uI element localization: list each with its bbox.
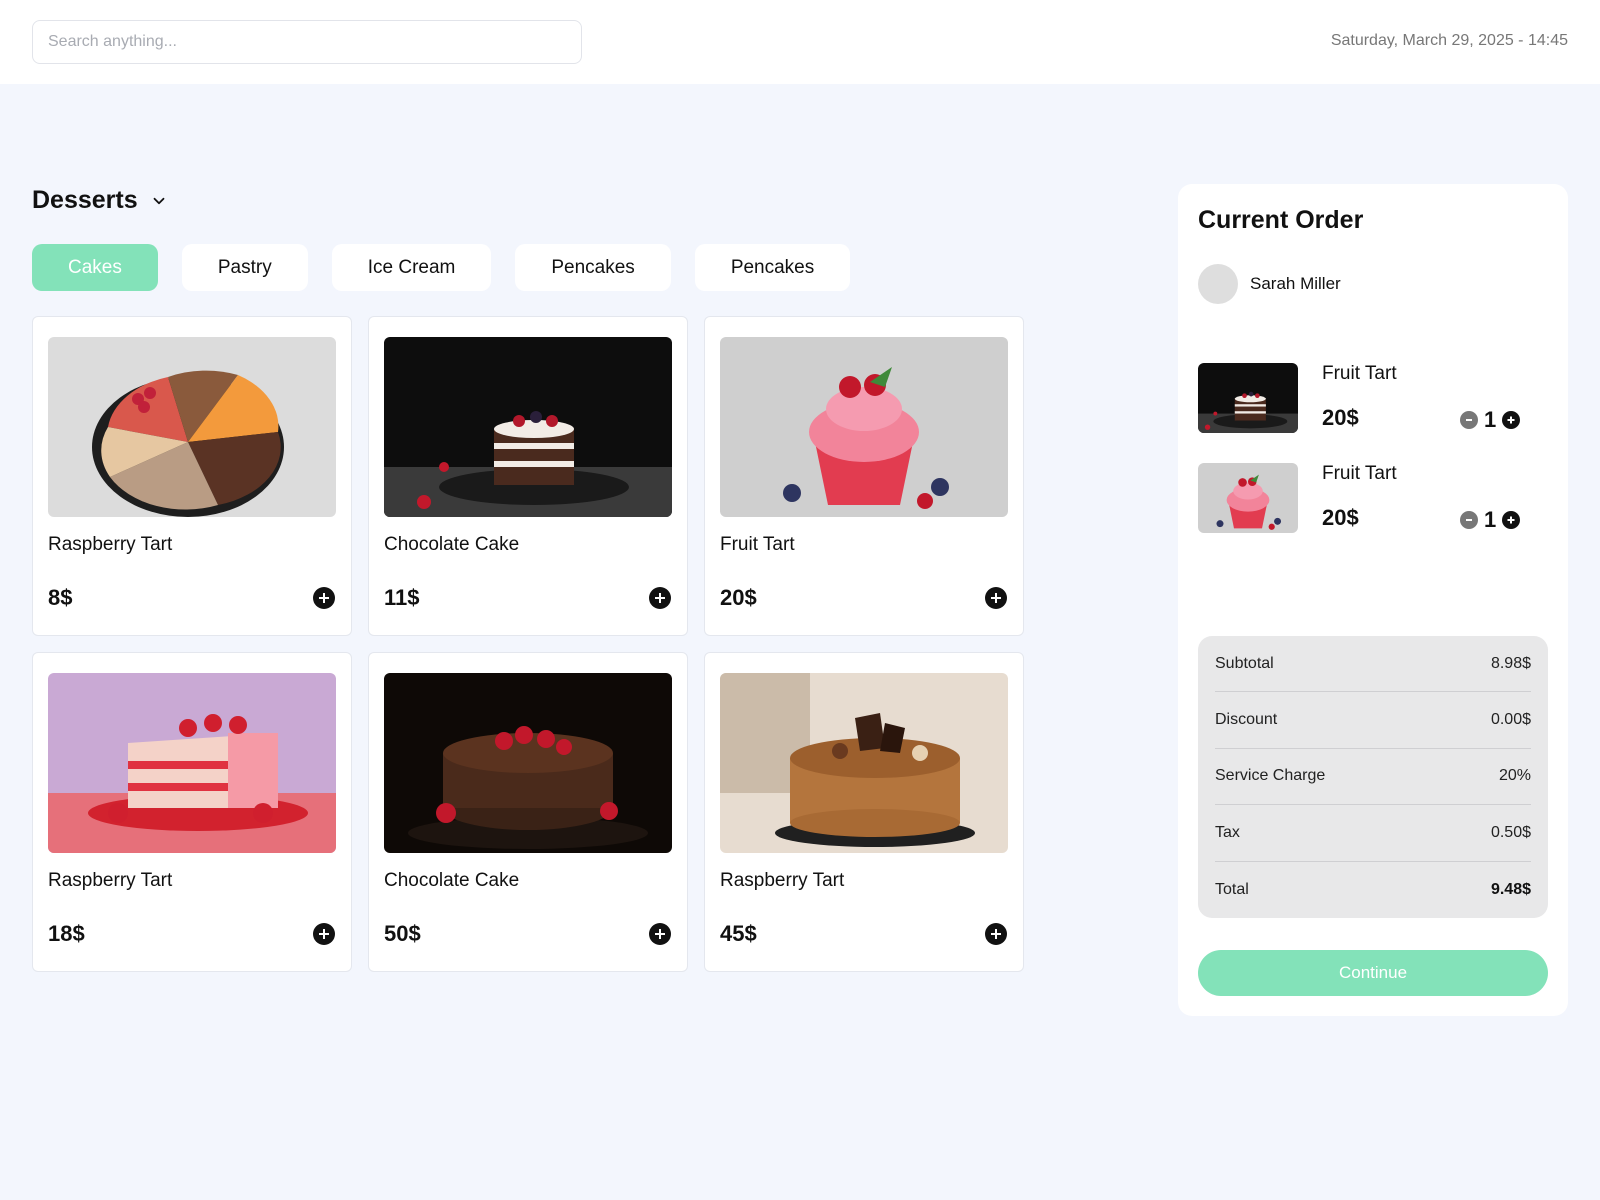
product-card[interactable]: Raspberry Tart 18$	[32, 652, 352, 972]
add-to-order-button[interactable]	[985, 923, 1007, 945]
current-order-panel: Current Order Sarah Miller Fruit Tart 20…	[1178, 184, 1568, 1016]
product-name: Chocolate Cake	[384, 870, 520, 891]
product-image	[384, 673, 672, 853]
order-summary: Subtotal 8.98$ Discount 0.00$ Service Ch…	[1198, 636, 1548, 918]
customer-info: Sarah Miller	[1198, 264, 1341, 304]
tab-pencakes-2[interactable]: Pencakes	[694, 244, 851, 291]
add-to-order-button[interactable]	[313, 923, 335, 945]
product-image	[720, 337, 1008, 517]
product-name: Fruit Tart	[720, 534, 795, 555]
summary-label: Total	[1215, 880, 1249, 898]
product-image	[48, 673, 336, 853]
product-name: Raspberry Tart	[720, 870, 845, 891]
tab-cakes[interactable]: Cakes	[32, 244, 158, 291]
product-card[interactable]: Raspberry Tart 45$	[704, 652, 1024, 972]
summary-row-discount: Discount 0.00$	[1215, 692, 1531, 749]
increase-quantity-button[interactable]	[1502, 411, 1521, 429]
summary-row-subtotal: Subtotal 8.98$	[1215, 636, 1531, 693]
product-price: 45$	[720, 921, 757, 946]
plus-icon	[319, 929, 329, 939]
category-dropdown[interactable]: Desserts	[32, 186, 168, 215]
order-item-name: Fruit Tart	[1322, 463, 1397, 484]
product-grid: Raspberry Tart 8$ Chocolate Cake 11$ Fru…	[32, 316, 1024, 972]
product-name: Raspberry Tart	[48, 534, 173, 555]
summary-label: Discount	[1215, 711, 1278, 729]
plus-icon	[1507, 416, 1515, 424]
product-price: 8$	[48, 585, 73, 610]
category-tabs: Cakes Pastry Ice Cream Pencakes Pencakes	[32, 244, 851, 291]
product-card[interactable]: Chocolate Cake 50$	[368, 652, 688, 972]
summary-value: 0.00$	[1490, 711, 1531, 729]
order-item: Fruit Tart 20$ 1	[1198, 463, 1548, 535]
summary-value: 0.50$	[1490, 823, 1531, 841]
product-card[interactable]: Chocolate Cake 11$	[368, 316, 688, 636]
product-card[interactable]: Fruit Tart 20$	[704, 316, 1024, 636]
plus-icon	[655, 929, 665, 939]
quantity-stepper: 1	[1460, 407, 1521, 433]
quantity-stepper: 1	[1460, 507, 1521, 533]
continue-button[interactable]: Continue	[1198, 950, 1548, 996]
avatar	[1198, 264, 1238, 304]
datetime-display: Saturday, March 29, 2025 - 14:45	[1330, 32, 1568, 49]
order-item: Fruit Tart 20$ 1	[1198, 363, 1548, 435]
order-item-name: Fruit Tart	[1322, 363, 1397, 384]
summary-value: 8.98$	[1490, 654, 1531, 672]
tab-ice-cream[interactable]: Ice Cream	[331, 244, 492, 291]
summary-label: Service Charge	[1215, 767, 1326, 785]
product-price: 11$	[384, 585, 420, 610]
decrease-quantity-button[interactable]	[1460, 511, 1478, 529]
quantity-value: 1	[1484, 507, 1497, 532]
add-to-order-button[interactable]	[649, 923, 671, 945]
order-item-image	[1198, 463, 1298, 533]
search-input[interactable]	[32, 20, 582, 64]
summary-label: Tax	[1215, 823, 1240, 841]
product-card[interactable]: Raspberry Tart 8$	[32, 316, 352, 636]
plus-icon	[655, 593, 665, 603]
tab-pencakes[interactable]: Pencakes	[515, 244, 671, 291]
plus-icon	[319, 593, 329, 603]
order-item-price: 20$	[1322, 405, 1359, 430]
product-price: 18$	[48, 921, 85, 946]
add-to-order-button[interactable]	[985, 587, 1007, 609]
plus-icon	[991, 593, 1001, 603]
product-name: Chocolate Cake	[384, 534, 520, 555]
customer-name: Sarah Miller	[1250, 274, 1341, 293]
summary-label: Subtotal	[1215, 654, 1274, 672]
summary-row-total: Total 9.48$	[1215, 862, 1531, 918]
minus-icon	[1466, 419, 1472, 421]
chevron-down-icon	[153, 197, 165, 204]
order-item-price: 20$	[1322, 505, 1359, 530]
summary-row-tax: Tax 0.50$	[1215, 805, 1531, 862]
top-bar: Saturday, March 29, 2025 - 14:45	[0, 0, 1600, 84]
summary-row-service-charge: Service Charge 20%	[1215, 749, 1531, 806]
product-image	[720, 673, 1008, 853]
product-image	[384, 337, 672, 517]
product-price: 50$	[384, 921, 421, 946]
minus-icon	[1466, 519, 1472, 521]
product-name: Raspberry Tart	[48, 870, 173, 891]
tab-pastry[interactable]: Pastry	[181, 244, 308, 291]
summary-value: 20%	[1498, 767, 1531, 785]
decrease-quantity-button[interactable]	[1460, 411, 1478, 429]
order-item-image	[1198, 363, 1298, 433]
add-to-order-button[interactable]	[649, 587, 671, 609]
plus-icon	[991, 929, 1001, 939]
increase-quantity-button[interactable]	[1502, 511, 1521, 529]
summary-value: 9.48$	[1490, 880, 1531, 898]
plus-icon	[1507, 516, 1515, 524]
order-title: Current Order	[1198, 206, 1364, 234]
add-to-order-button[interactable]	[313, 587, 335, 609]
quantity-value: 1	[1484, 407, 1497, 432]
product-image	[48, 337, 336, 517]
product-price: 20$	[720, 585, 757, 610]
category-title: Desserts	[32, 186, 138, 214]
